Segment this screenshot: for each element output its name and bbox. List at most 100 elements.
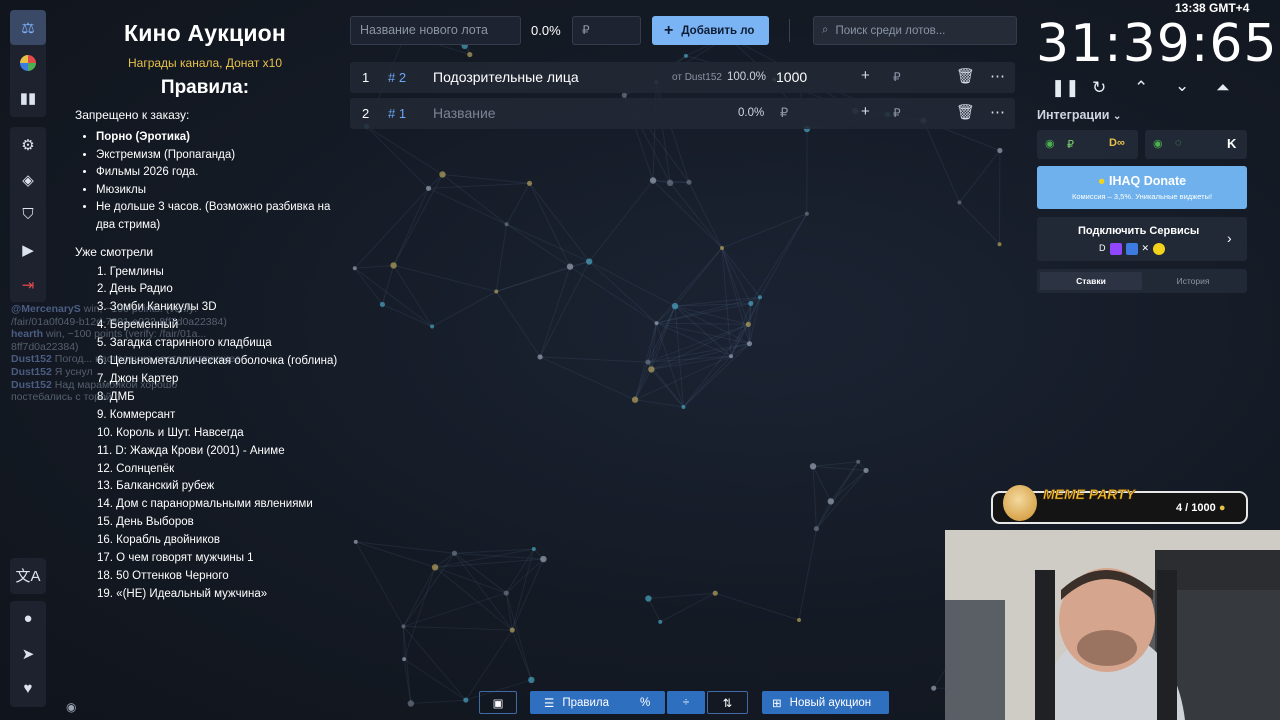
auction-icon[interactable]: ⚖ bbox=[10, 10, 46, 45]
wheel-icon[interactable] bbox=[10, 45, 46, 80]
network-node bbox=[645, 595, 652, 602]
network-line bbox=[652, 179, 671, 184]
network-node bbox=[509, 627, 515, 633]
list-item: Порно (Эротика) bbox=[96, 129, 340, 147]
network-line bbox=[505, 548, 535, 594]
network-node bbox=[585, 258, 593, 265]
layers-icon[interactable]: ◈ bbox=[10, 162, 46, 197]
network-line bbox=[529, 183, 590, 262]
network-line bbox=[634, 369, 652, 400]
network-line bbox=[656, 247, 723, 324]
network-line bbox=[675, 296, 761, 307]
ihaq-donate-banner[interactable]: ● IHAQ Donate Комиссия – 3,5%. Уникальны… bbox=[1037, 166, 1247, 209]
ruble-icon[interactable]: ₽ bbox=[893, 70, 901, 84]
network-line bbox=[495, 291, 541, 358]
network-line bbox=[403, 658, 467, 701]
video-icon[interactable]: ▶ bbox=[10, 232, 46, 267]
network-node bbox=[451, 550, 458, 556]
plus-icon[interactable]: + bbox=[861, 103, 870, 120]
ruble-icon[interactable]: ₽ bbox=[893, 106, 901, 120]
github-icon[interactable]: ● bbox=[10, 601, 46, 636]
network-node bbox=[671, 302, 679, 310]
tab-bets[interactable]: Ставки bbox=[1040, 272, 1142, 290]
forbidden-list: Порно (Эротика) Экстремизм (Пропаганда) … bbox=[96, 129, 340, 235]
network-line bbox=[442, 173, 530, 184]
lot-id: # 1 bbox=[388, 106, 407, 121]
new-lot-percent: 0.0% bbox=[531, 23, 561, 38]
trash-icon[interactable]: 🗑 bbox=[956, 67, 975, 85]
trash-icon[interactable]: 🗑 bbox=[956, 103, 975, 121]
network-node bbox=[540, 555, 547, 563]
more-icon[interactable]: ⋯ bbox=[990, 103, 1005, 121]
flag-icon: ● bbox=[1097, 174, 1106, 188]
stats-icon[interactable]: ▮▮ bbox=[10, 80, 46, 115]
sort-icon[interactable]: ⇅ bbox=[707, 691, 748, 714]
percent-icon: % bbox=[640, 696, 651, 709]
connect-services-button[interactable]: Подключить Сервисы D ✕ › bbox=[1037, 217, 1247, 261]
lot-name[interactable]: Название bbox=[433, 105, 496, 121]
network-line bbox=[749, 297, 761, 344]
more-icon[interactable]: ⋯ bbox=[990, 67, 1005, 85]
network-line bbox=[428, 174, 443, 189]
integrations-dropdown[interactable]: Интеграции ⌄ bbox=[1037, 108, 1121, 122]
eye-icon[interactable]: ◉ bbox=[66, 700, 76, 714]
lot-name[interactable]: Подозрительные лица bbox=[433, 69, 579, 85]
divider bbox=[789, 19, 790, 42]
translate-icon[interactable]: 文A bbox=[10, 558, 46, 593]
support-icon[interactable]: ♥ bbox=[10, 671, 46, 706]
reset-icon[interactable]: ↻ bbox=[1092, 78, 1106, 98]
network-line bbox=[721, 247, 749, 325]
list-icon: ☰ bbox=[544, 697, 555, 710]
lot-donor: от Dust152 bbox=[672, 72, 722, 83]
lot-amount[interactable]: 1000 bbox=[776, 69, 807, 85]
network-line bbox=[505, 592, 532, 681]
rules-button-label: Правила bbox=[562, 696, 610, 709]
shield-icon[interactable]: ⛉ bbox=[10, 197, 46, 232]
network-node bbox=[681, 404, 686, 409]
chevron-down-icon[interactable]: ⌄ bbox=[1175, 76, 1189, 96]
network-node bbox=[797, 618, 802, 623]
auction-timer: 31:39:65 bbox=[1036, 14, 1278, 74]
lot-search-input[interactable]: ⌕ Поиск среди лотов... bbox=[813, 16, 1017, 45]
meme-party-widget: MEME PARTY 4 / 1000 ● bbox=[991, 485, 1248, 524]
gear-icon[interactable]: ⚙ bbox=[10, 127, 46, 162]
network-line bbox=[812, 466, 832, 502]
network-line bbox=[656, 322, 732, 357]
network-line bbox=[403, 626, 467, 701]
chevron-up-icon[interactable]: ⌃ bbox=[1134, 78, 1148, 98]
logout-icon[interactable]: ⇥ bbox=[10, 267, 46, 302]
chat-overlay: @MercenaryS win, −100 points. (verify: /… bbox=[11, 303, 241, 404]
network-line bbox=[402, 626, 405, 660]
network-node bbox=[686, 179, 692, 185]
network-line bbox=[354, 267, 433, 327]
new-lot-input[interactable]: Название нового лота bbox=[350, 16, 521, 45]
chat-message: Dust152 Над марамойкой хорошо постебалис… bbox=[11, 378, 178, 404]
split-icon[interactable]: ÷ bbox=[667, 691, 705, 714]
integration-tile-kick[interactable]: ◉ ◌ K bbox=[1145, 130, 1247, 159]
network-line bbox=[748, 303, 752, 344]
pause-icon[interactable]: ❚❚ bbox=[1051, 78, 1080, 98]
network-node bbox=[463, 697, 469, 703]
integration-tile-donate[interactable]: ◉ ₽ D∞ bbox=[1037, 130, 1138, 159]
network-node bbox=[353, 539, 358, 544]
network-line bbox=[648, 592, 716, 600]
network-line bbox=[539, 261, 590, 358]
add-lot-button[interactable]: + Добавить ло bbox=[652, 16, 769, 45]
network-line bbox=[650, 323, 657, 370]
lot-amount-input[interactable]: ₽ bbox=[780, 105, 788, 121]
list-item: Не дольше 3 часов. (Возможно разбивка на… bbox=[96, 199, 340, 234]
new-lot-amount-input[interactable]: ₽ bbox=[572, 16, 641, 45]
save-icon[interactable]: ▣ bbox=[479, 691, 517, 714]
list-item: Фильмы 2026 года. bbox=[96, 164, 340, 182]
double-chevron-up-icon[interactable]: ⏶ bbox=[1216, 78, 1230, 98]
tab-history[interactable]: История bbox=[1142, 272, 1244, 290]
telegram-icon[interactable]: ➤ bbox=[10, 636, 46, 671]
rules-button[interactable]: ☰ Правила% bbox=[530, 691, 665, 714]
list-item: 11. D: Жажда Крови (2001) - Аниме bbox=[97, 444, 285, 457]
plus-icon[interactable]: + bbox=[861, 67, 870, 84]
new-auction-button[interactable]: ⊞ Новый аукцион bbox=[762, 691, 889, 714]
network-line bbox=[674, 247, 723, 307]
network-line bbox=[511, 558, 544, 631]
network-line bbox=[675, 302, 751, 307]
sidebar-bottom-group: ● ➤ ♥ bbox=[10, 601, 46, 707]
